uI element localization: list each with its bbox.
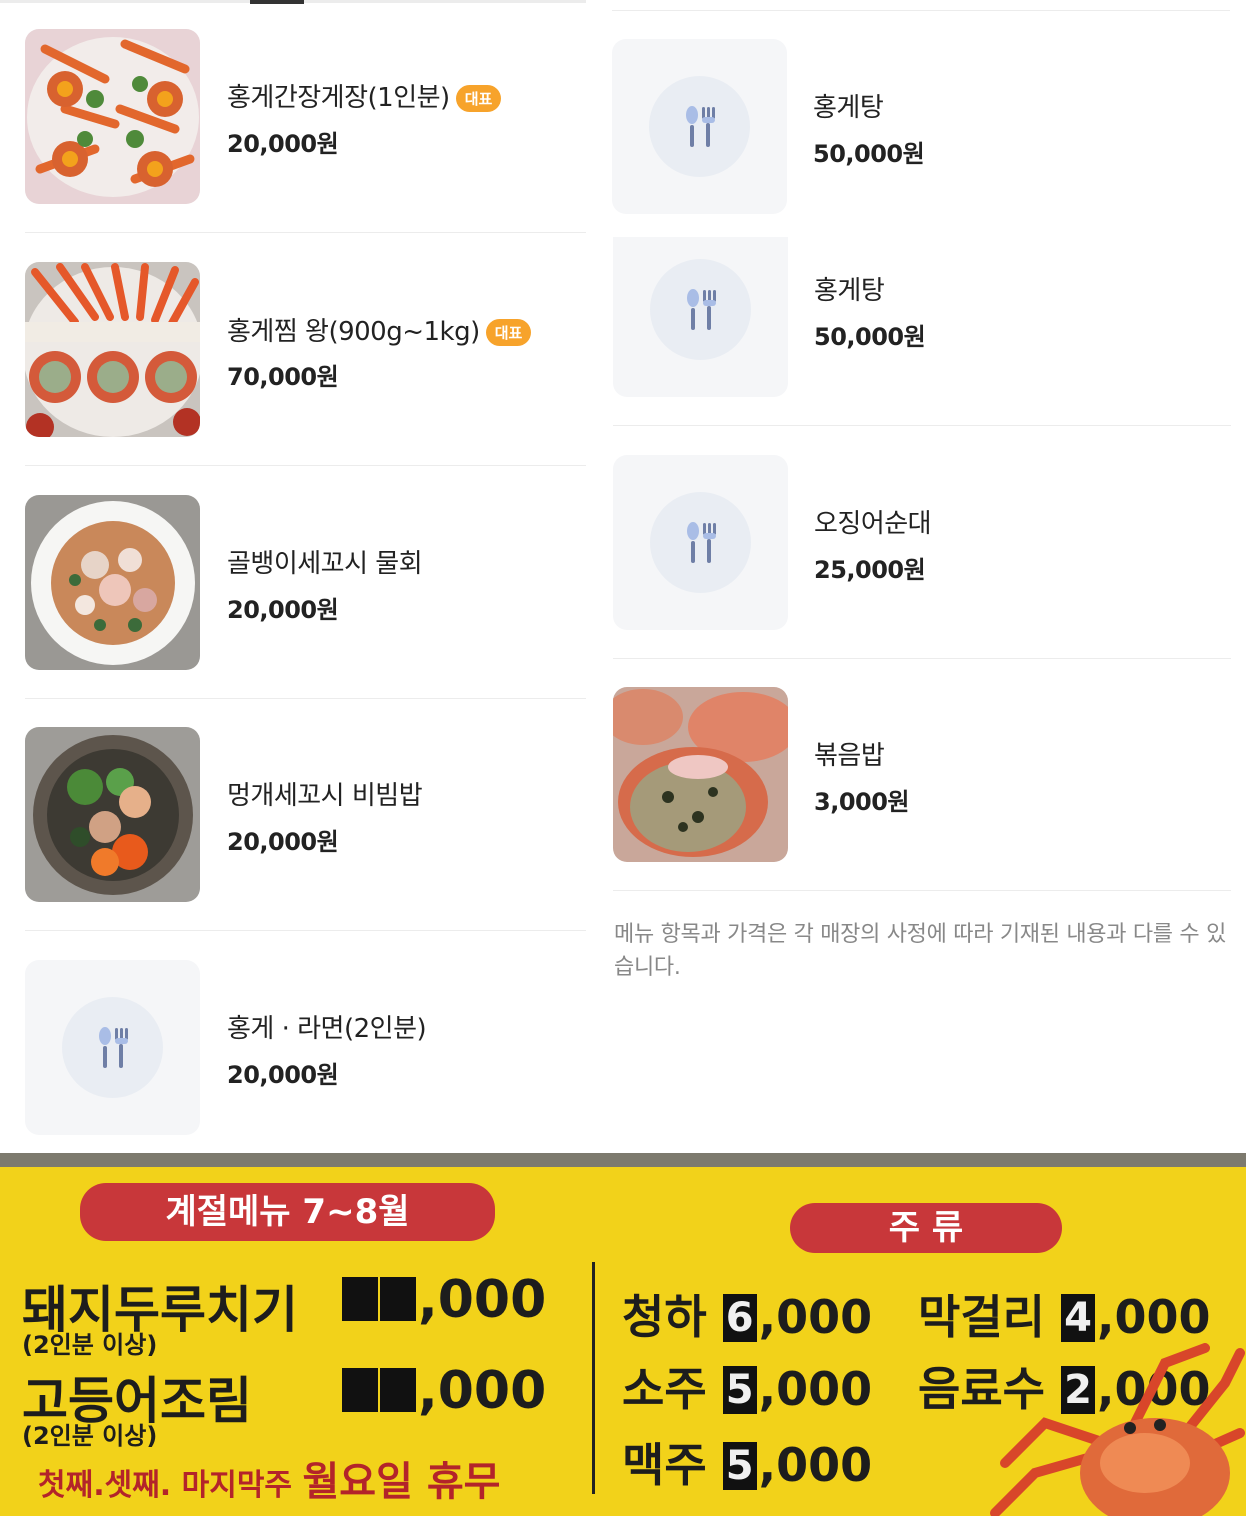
menu-item[interactable]: 오징어순대 25,000원 [613, 455, 1231, 631]
divider [25, 930, 586, 931]
crab-soy-photo [25, 29, 200, 204]
utensils-icon [687, 289, 716, 330]
drink-item: 소주 5,000 [622, 1362, 873, 1416]
active-tab-indicator [250, 0, 304, 4]
menu-item-price: 50,000원 [813, 140, 925, 168]
sign-divider [592, 1262, 595, 1494]
bibimbap-photo [25, 727, 200, 902]
divider [25, 232, 586, 233]
menu-item-name: 홍게탕 [814, 276, 885, 306]
menu-item-price: 20,000원 [227, 130, 339, 158]
menu-item-price: 20,000원 [227, 1061, 339, 1089]
menu-item[interactable]: 홍게찜 왕(900g~1kg) 대표 70,000원 [25, 262, 585, 438]
menu-item-name: 골뱅이세꼬시 물회 [227, 549, 423, 579]
signature-badge: 대표 [485, 319, 532, 346]
utensils-icon [686, 106, 715, 147]
image-placeholder [613, 222, 788, 397]
menu-item[interactable]: 홍게 · 라면(2인분) 20,000원 [25, 960, 585, 1136]
menu-item-price: 3,000원 [814, 788, 910, 816]
menu-item[interactable]: 골뱅이세꼬시 물회 20,000원 [25, 495, 585, 671]
divider [613, 425, 1231, 426]
divider [25, 698, 586, 699]
seasonal-menu-pill: 계절메뉴 7~8월 [80, 1183, 495, 1241]
menu-item-name: 볶음밥 [814, 741, 885, 771]
utensils-icon [99, 1027, 128, 1068]
price-disclaimer: 메뉴 항목과 가격은 각 매장의 사정에 따라 기재된 내용과 다를 수 있습니… [614, 922, 1227, 980]
menu-item-name: 홍게찜 왕(900g~1kg) 대표 [227, 311, 532, 348]
menu-item-price: 20,000원 [227, 828, 339, 856]
drink-item: 막걸리 4,000 [918, 1290, 1211, 1344]
divider [612, 10, 1230, 11]
menu-item-name: 멍개세꼬시 비빔밥 [227, 781, 423, 811]
drink-item: 맥주 5,000 [622, 1438, 873, 1492]
menu-item-name: 오징어순대 [814, 509, 932, 539]
menu-item-name: 홍게간장게장(1인분) 대표 [227, 77, 502, 114]
utensils-icon [687, 522, 716, 563]
menu-sign-photo: 계절메뉴 7~8월 주 류 돼지두루치기 ,000 (2인분 이상) 고등어조림… [0, 1153, 1246, 1516]
image-placeholder [613, 455, 788, 630]
steamed-crab-photo [25, 262, 200, 437]
drink-item: 청하 6,000 [622, 1290, 873, 1344]
menu-item-name: 홍게 · 라면(2인분) [227, 1014, 427, 1044]
signature-badge: 대표 [455, 85, 502, 112]
menu-item[interactable]: 볶음밥 3,000원 [613, 687, 1231, 863]
divider [25, 465, 586, 466]
seasonal-item-note: (2인분 이상) [22, 1422, 158, 1450]
gap [612, 215, 1232, 237]
menu-item-price: 25,000원 [814, 556, 926, 584]
image-placeholder [612, 39, 787, 214]
divider [613, 890, 1231, 891]
fried-rice-photo [613, 687, 788, 862]
menu-item[interactable]: 멍개세꼬시 비빔밥 20,000원 [25, 727, 585, 903]
menu-item[interactable]: 홍게탕 50,000원 [612, 39, 1230, 215]
drinks-pill: 주 류 [790, 1203, 1062, 1253]
menu-item-price: 50,000원 [814, 323, 926, 351]
image-placeholder [25, 960, 200, 1135]
seasonal-item-price: ,000 [342, 1361, 546, 1421]
menu-item[interactable]: 홍게탕 50,000원 [613, 222, 1231, 398]
menu-item[interactable]: 홍게간장게장(1인분) 대표 20,000원 [25, 29, 585, 205]
menu-item-price: 20,000원 [227, 596, 339, 624]
crab-illustration [990, 1343, 1245, 1516]
divider [613, 658, 1231, 659]
seasonal-item-price: ,000 [342, 1270, 546, 1330]
menu-item-name: 홍게탕 [813, 93, 884, 123]
seasonal-item-note: (2인분 이상) [22, 1331, 158, 1359]
closed-notice: 첫째.셋째. 마지막주 월요일 휴무 [38, 1459, 501, 1505]
mulhoe-photo [25, 495, 200, 670]
menu-item-price: 70,000원 [227, 363, 339, 391]
